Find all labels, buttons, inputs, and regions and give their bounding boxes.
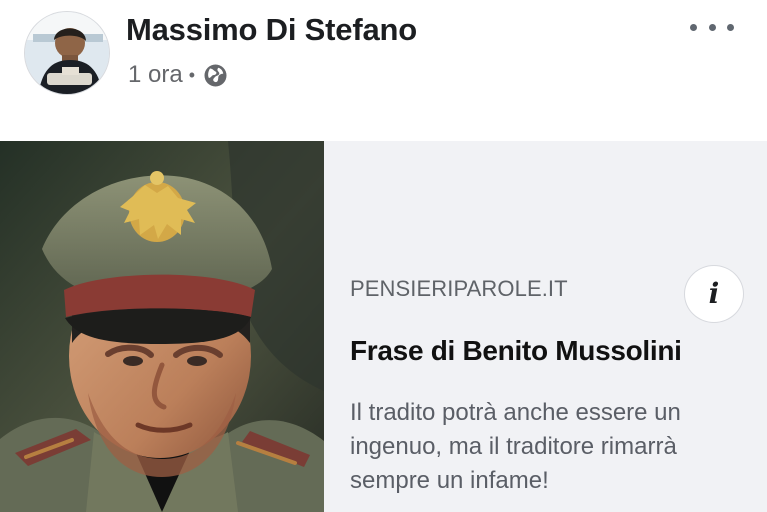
link-description: Il tradito potrà anche essere un ingenuo… — [350, 399, 681, 494]
link-title[interactable]: Frase di Benito Mussolini — [350, 335, 682, 367]
link-preview-image[interactable] — [0, 141, 324, 512]
more-options-button[interactable] — [690, 15, 734, 39]
post-timestamp[interactable]: 1 ora — [128, 61, 183, 89]
more-horizontal-icon — [708, 23, 716, 31]
more-horizontal-icon — [690, 23, 697, 31]
more-horizontal-icon — [727, 23, 734, 31]
portrait-photo — [0, 141, 324, 512]
post-header: Massimo Di Stefano 1 ora • — [0, 0, 767, 140]
globe-icon[interactable] — [203, 63, 228, 88]
link-preview-card[interactable]: PENSIERIPAROLE.IT Frase di Benito Mussol… — [0, 141, 767, 512]
avatar[interactable] — [24, 11, 110, 95]
info-button[interactable]: i — [684, 265, 744, 323]
avatar-photo — [25, 12, 109, 94]
meta-separator: • — [188, 64, 196, 85]
post-meta: 1 ora • — [128, 60, 228, 90]
link-preview-info[interactable]: PENSIERIPAROLE.IT Frase di Benito Mussol… — [350, 141, 760, 512]
info-icon: i — [708, 277, 720, 310]
link-domain: PENSIERIPAROLE.IT — [350, 276, 568, 301]
author-name[interactable]: Massimo Di Stefano — [126, 12, 417, 48]
